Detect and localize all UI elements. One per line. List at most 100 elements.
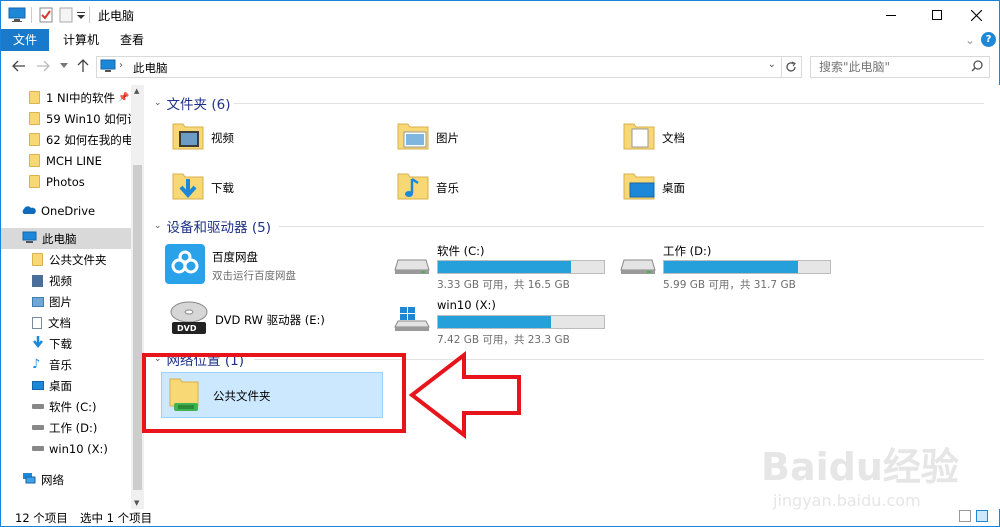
document-folder-icon	[622, 119, 656, 156]
sidebar-item-quick-access[interactable]: 59 Win10 如何设	[29, 108, 131, 129]
up-button[interactable]	[74, 57, 92, 75]
sidebar-item-label: 62 如何在我的电	[46, 132, 131, 147]
folder-icon	[29, 91, 40, 104]
sidebar-item-quick-access[interactable]: MCH LINE	[29, 150, 131, 171]
video-folder-icon	[171, 119, 205, 156]
sidebar-item-drive-c[interactable]: 软件 (C:)	[32, 396, 131, 417]
watermark-url: jingyan.baidu.com	[773, 491, 921, 510]
scroll-down-icon[interactable]: ▼	[134, 499, 139, 507]
tab-file[interactable]: 文件	[1, 29, 49, 51]
watermark-logo: Baidu经验 jingyan.baidu.com	[761, 436, 981, 516]
folder-label: 视频	[211, 130, 234, 145]
navigation-pane: 1 NI中的软件 📌 59 Win10 如何设 62 如何在我的电 MCH LI…	[1, 85, 144, 509]
drive-icon	[32, 425, 44, 430]
group-header-folders[interactable]: ⌄ 文件夹 (6)	[154, 93, 984, 113]
drive-usage-bar	[437, 260, 605, 274]
chevron-down-icon[interactable]: ⌄	[154, 98, 162, 108]
content-scrollbar[interactable]	[986, 85, 1000, 509]
search-icon[interactable]	[971, 60, 983, 75]
chevron-right-icon[interactable]: ›	[152, 60, 156, 71]
help-icon[interactable]: ?	[981, 32, 996, 47]
device-tile-dvd[interactable]: DVD DVD RW 驱动器 (E:)	[169, 300, 325, 339]
recent-locations-icon[interactable]	[55, 57, 73, 75]
sidebar-item-label: 音乐	[49, 357, 72, 372]
sidebar-item-label: 此电脑	[42, 231, 77, 246]
device-tile-baidu-netdisk[interactable]: 百度网盘 双击运行百度网盘	[164, 243, 296, 288]
address-bar[interactable]: › 此电脑 › ⌄	[96, 56, 782, 78]
sidebar-item-quick-access[interactable]: 1 NI中的软件 📌	[29, 87, 129, 108]
folder-tile-documents[interactable]: 文档	[622, 119, 685, 156]
drive-tile-x[interactable]: win10 (X:) 7.42 GB 可用，共 23.3 GB	[392, 298, 612, 348]
close-button[interactable]	[953, 1, 999, 29]
tab-computer[interactable]: 计算机	[57, 29, 105, 51]
windows-drive-icon	[394, 306, 430, 335]
annotation-arrow-icon	[408, 351, 521, 439]
sidebar-item-quick-access[interactable]: 62 如何在我的电	[29, 129, 131, 150]
drive-name: win10 (X:)	[437, 298, 496, 312]
folder-tile-videos[interactable]: 视频	[171, 119, 234, 156]
drive-icon	[32, 446, 44, 451]
drive-usage-fill	[664, 261, 799, 273]
folder-tile-desktop[interactable]: 桌面	[622, 169, 685, 206]
sidebar-item-pictures[interactable]: 图片	[32, 291, 131, 312]
back-button[interactable]	[10, 57, 28, 75]
minimize-button[interactable]	[868, 1, 914, 29]
drive-usage-bar	[437, 315, 605, 329]
folder-icon	[29, 133, 40, 146]
folder-tile-music[interactable]: 音乐	[396, 169, 459, 206]
sidebar-item-documents[interactable]: 文档	[32, 312, 131, 333]
navigation-bar: › 此电脑 › ⌄	[1, 53, 999, 80]
scrollbar-thumb[interactable]	[133, 165, 142, 490]
item-count: 12 个项目	[15, 511, 68, 525]
hard-drive-icon	[394, 259, 430, 278]
drive-space-info: 5.99 GB 可用，共 31.7 GB	[663, 279, 796, 291]
ribbon-expand-icon[interactable]: ⌄	[961, 29, 979, 51]
this-pc-icon	[22, 231, 37, 247]
sidebar-item-label: 视频	[49, 273, 72, 288]
sidebar-item-label: win10 (X:)	[49, 441, 108, 456]
sidebar-item-drive-x[interactable]: win10 (X:)	[32, 438, 131, 459]
baidu-netdisk-icon	[164, 243, 206, 288]
search-input[interactable]	[811, 57, 961, 77]
computer-icon	[8, 6, 26, 24]
sidebar-item-this-pc[interactable]: 此电脑	[1, 228, 131, 249]
sidebar-item-desktop[interactable]: 桌面	[32, 375, 131, 396]
folder-tile-pictures[interactable]: 图片	[396, 119, 459, 156]
scroll-up-icon[interactable]: ▲	[134, 87, 139, 95]
drive-name: 工作 (D:)	[663, 244, 712, 258]
chevron-down-icon[interactable]: ⌄	[154, 221, 162, 231]
divider	[89, 6, 90, 24]
forward-button[interactable]	[34, 57, 52, 75]
desktop-folder-icon	[622, 169, 656, 206]
sidebar-item-label: 文档	[48, 315, 71, 330]
hard-drive-icon	[620, 259, 656, 278]
search-box[interactable]	[810, 56, 990, 78]
new-folder-icon[interactable]	[59, 6, 73, 24]
folder-tile-downloads[interactable]: 下载	[171, 169, 234, 206]
sidebar-item-public-folder[interactable]: 公共文件夹	[32, 249, 131, 270]
tab-view[interactable]: 查看	[111, 29, 153, 51]
drive-tile-d[interactable]: 工作 (D:) 5.99 GB 可用，共 31.7 GB	[618, 243, 838, 293]
customize-dropdown-icon[interactable]	[77, 6, 85, 24]
sidebar-item-network[interactable]: 网络	[22, 469, 131, 490]
chevron-right-icon: ›	[119, 60, 123, 71]
sidebar-item-quick-access[interactable]: Photos	[29, 171, 131, 192]
sidebar-item-drive-d[interactable]: 工作 (D:)	[32, 417, 131, 438]
this-pc-icon	[100, 59, 116, 76]
sidebar-item-videos[interactable]: 视频	[32, 270, 131, 291]
properties-icon[interactable]	[38, 6, 54, 24]
sidebar-scrollbar[interactable]: ▲ ▼	[131, 85, 144, 509]
sidebar-item-label: Photos	[46, 174, 85, 189]
sidebar-item-onedrive[interactable]: OneDrive	[21, 200, 131, 221]
annotation-highlight-box	[142, 353, 406, 433]
address-path[interactable]: 此电脑	[133, 60, 168, 76]
music-folder-icon	[396, 169, 430, 206]
chevron-down-icon[interactable]: ⌄	[768, 59, 776, 70]
group-header-devices[interactable]: ⌄ 设备和驱动器 (5)	[154, 216, 984, 236]
download-icon	[32, 335, 44, 352]
sidebar-item-downloads[interactable]: 下载	[32, 333, 131, 354]
drive-usage-fill	[438, 261, 571, 273]
sidebar-item-music[interactable]: ♪ 音乐	[32, 354, 131, 375]
drive-tile-c[interactable]: 软件 (C:) 3.33 GB 可用，共 16.5 GB	[392, 243, 612, 293]
refresh-button[interactable]	[781, 56, 802, 78]
